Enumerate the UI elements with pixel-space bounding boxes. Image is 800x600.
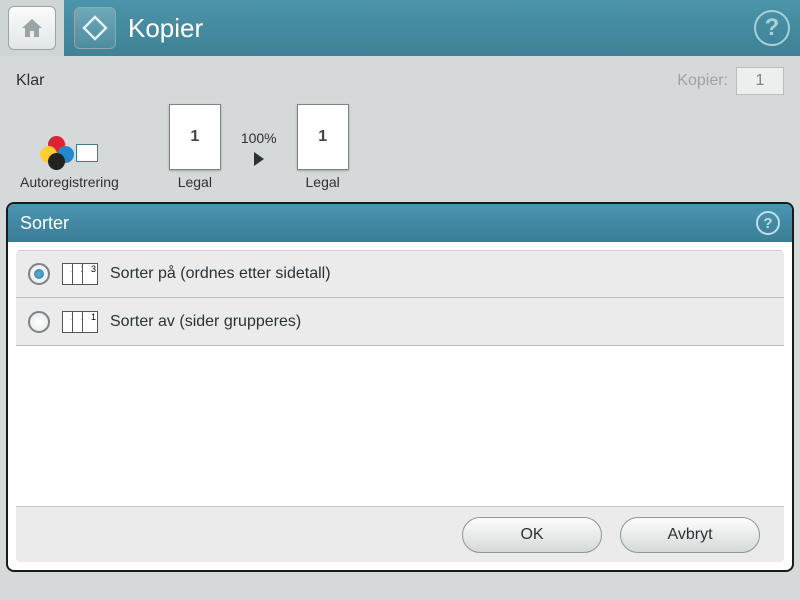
radio-button[interactable] bbox=[28, 263, 50, 285]
collate-off-option[interactable]: 1 1 1 Sorter av (sider grupperes) bbox=[16, 298, 784, 346]
collate-off-icon: 1 1 1 bbox=[62, 311, 98, 333]
arrow-right-icon bbox=[254, 152, 264, 166]
collate-on-option[interactable]: 1 2 3 Sorter på (ordnes etter sidetall) bbox=[16, 250, 784, 298]
source-page-preview: 1 bbox=[169, 104, 221, 170]
cancel-button[interactable]: Avbryt bbox=[620, 517, 760, 553]
dest-size-label: Legal bbox=[306, 174, 340, 190]
dialog-empty-area bbox=[16, 346, 784, 498]
dialog-title: Sorter bbox=[20, 213, 69, 234]
dest-page-number: 1 bbox=[318, 128, 327, 146]
copies-label: Kopier: bbox=[677, 72, 728, 90]
help-icon: ? bbox=[765, 14, 780, 42]
home-button[interactable] bbox=[8, 6, 56, 50]
zoom-level: 100% bbox=[241, 130, 277, 146]
collate-on-icon: 1 2 3 bbox=[62, 263, 98, 285]
copies-field[interactable]: 1 bbox=[736, 67, 784, 95]
dest-page-preview: 1 bbox=[297, 104, 349, 170]
collate-dialog: Sorter ? 1 2 3 Sorter på (ordnes etter s… bbox=[6, 202, 794, 572]
home-icon bbox=[19, 16, 45, 40]
source-page-number: 1 bbox=[190, 128, 199, 146]
help-icon: ? bbox=[763, 215, 772, 232]
page-title: Kopier bbox=[128, 13, 203, 44]
auto-detect-label: Autoregistrering bbox=[20, 174, 119, 190]
dialog-help-button[interactable]: ? bbox=[756, 211, 780, 235]
color-mode-icon bbox=[40, 136, 98, 170]
start-copy-button[interactable] bbox=[74, 7, 116, 49]
source-size-label: Legal bbox=[178, 174, 212, 190]
collate-on-label: Sorter på (ordnes etter sidetall) bbox=[110, 265, 331, 283]
radio-button[interactable] bbox=[28, 311, 50, 333]
help-button[interactable]: ? bbox=[754, 10, 790, 46]
diamond-start-icon bbox=[82, 15, 108, 41]
collate-off-label: Sorter av (sider grupperes) bbox=[110, 313, 301, 331]
ok-button[interactable]: OK bbox=[462, 517, 602, 553]
status-text: Klar bbox=[16, 72, 44, 90]
